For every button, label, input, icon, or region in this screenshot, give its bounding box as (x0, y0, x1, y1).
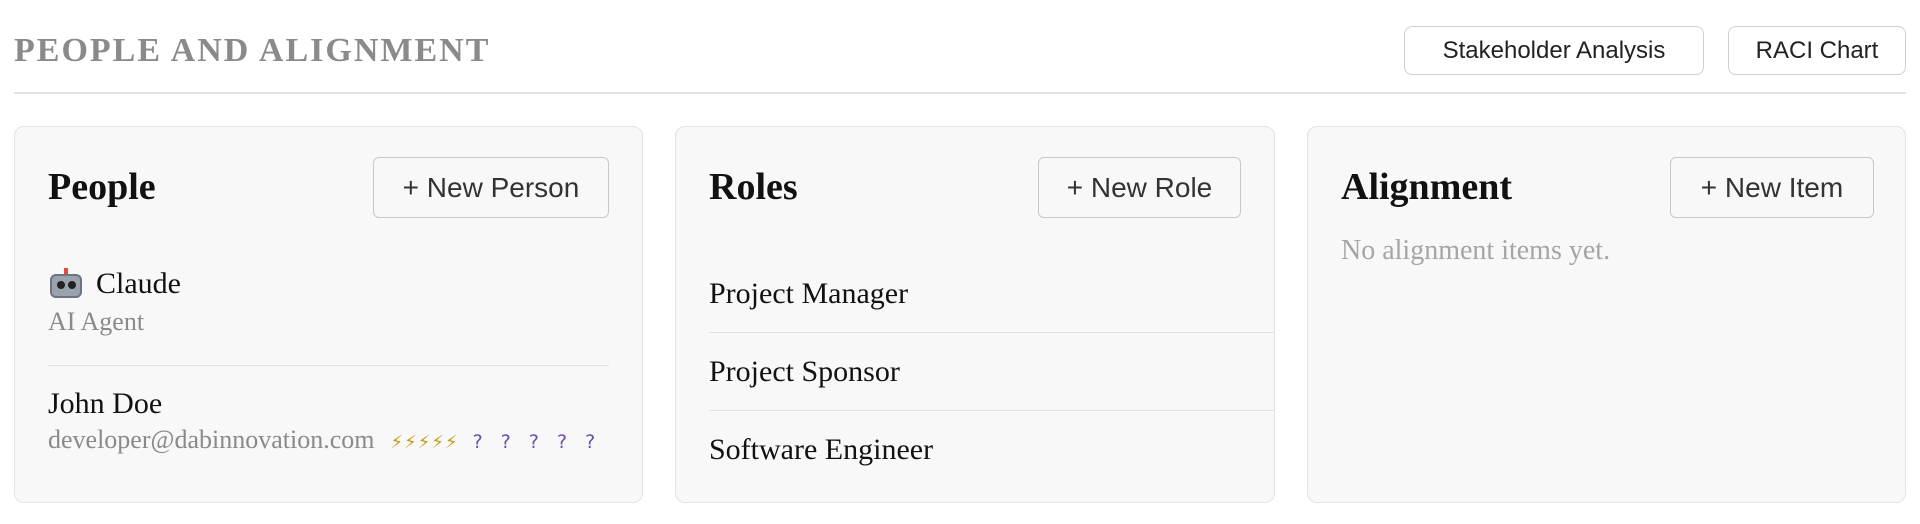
person-item[interactable]: Claude AI Agent (48, 267, 609, 366)
new-role-button[interactable]: + New Role (1038, 157, 1241, 218)
raci-chart-button[interactable]: RACI Chart (1728, 26, 1906, 75)
section-title: PEOPLE AND ALIGNMENT (14, 32, 491, 69)
roles-title: Roles (709, 166, 798, 208)
role-item[interactable]: Project Sponsor (709, 333, 1275, 411)
new-item-button[interactable]: + New Item (1670, 157, 1874, 218)
unknown-markers: ? ? ? ? ? (472, 431, 602, 453)
person-name: Claude (96, 267, 181, 300)
stakeholder-analysis-button[interactable]: Stakeholder Analysis (1404, 26, 1704, 75)
alignment-title: Alignment (1341, 166, 1512, 208)
people-card: People + New Person Claude AI Agent John… (14, 126, 643, 503)
empty-state-text: No alignment items yet. (1341, 235, 1611, 266)
alignment-card: Alignment + New Item No alignment items … (1307, 126, 1906, 503)
person-name: John Doe (48, 387, 163, 420)
section-header: PEOPLE AND ALIGNMENT Stakeholder Analysi… (14, 0, 1906, 94)
person-item[interactable]: John Doe developer@dabinnovation.com ⚡⚡⚡… (48, 387, 609, 477)
person-subtitle: AI Agent (48, 307, 145, 336)
lightning-bolts-icon: ⚡⚡⚡⚡⚡ (390, 432, 459, 453)
new-person-button[interactable]: + New Person (373, 157, 609, 218)
people-title: People (48, 166, 156, 208)
person-email: developer@dabinnovation.com (48, 425, 375, 454)
role-list: Project Manager Project Sponsor Software… (709, 255, 1275, 489)
roles-card: Roles + New Role Project Manager Project… (675, 126, 1275, 503)
robot-icon (48, 268, 84, 300)
role-item[interactable]: Project Manager (709, 255, 1275, 333)
role-item[interactable]: Software Engineer (709, 411, 1275, 489)
